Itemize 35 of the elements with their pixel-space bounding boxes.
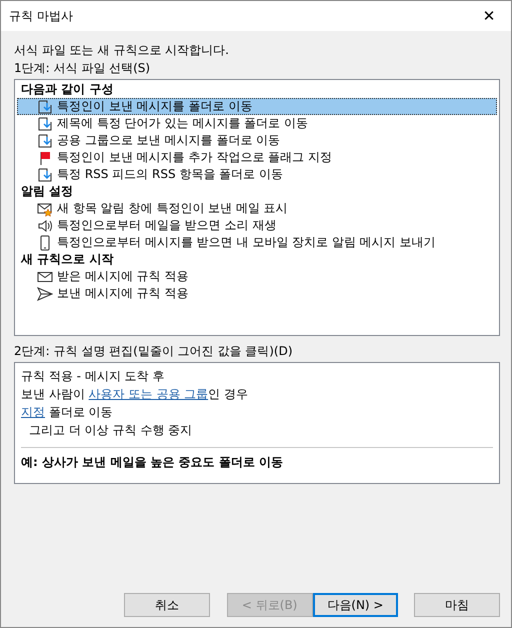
value-link[interactable]: 사용자 또는 공용 그룹 (88, 387, 208, 401)
template-item[interactable]: 받은 메시지에 규칙 적용 (17, 268, 497, 285)
step-label: 2단계: 규칙 설명 편집(밑줄이 그어진 값을 클릭)(D) (14, 343, 294, 360)
template-item[interactable]: 보낸 메시지에 규칙 적용 (17, 285, 497, 302)
folder-arrow-icon (37, 98, 53, 114)
template-item[interactable]: 특정인으로부터 메시지를 받으면 내 모바일 장치로 알림 메시지 보내기 (17, 234, 497, 251)
close-button[interactable]: ✕ (467, 1, 511, 31)
envelope-star-icon (37, 200, 53, 216)
template-item[interactable]: 특정인으로부터 메일을 받으면 소리 재생 (17, 217, 497, 234)
template-item[interactable]: 공용 그룹으로 보낸 메시지를 폴더로 이동 (17, 132, 497, 149)
template-item[interactable]: 특정인이 보낸 메시지를 폴더로 이동 (17, 98, 497, 115)
folder-arrow-icon (37, 116, 53, 132)
template-item[interactable]: 제목에 특정 단어가 있는 메시지를 폴더로 이동 (17, 115, 497, 132)
send-icon (37, 286, 53, 302)
example-text: 예: 상사가 보낸 메일을 높은 중요도 폴더로 이동 (21, 454, 284, 471)
dialog-button[interactable]: 마침 (414, 593, 500, 617)
template-item[interactable]: 특정인이 보낸 메시지를 추가 작업으로 플래그 지정 (17, 149, 497, 166)
group-heading: 알림 설정 (20, 183, 74, 200)
window-title: 규칙 마법사 (9, 8, 73, 24)
intro-text: 서식 파일 또는 새 규칙으로 시작합니다. (14, 42, 230, 59)
template-item[interactable]: 새 항목 알림 창에 특정인이 보낸 메일 표시 (17, 200, 497, 217)
group-heading: 새 규칙으로 시작 (20, 251, 114, 268)
description-line: 지정 폴더로 이동 (21, 404, 114, 421)
template-item[interactable]: 특정 RSS 피드의 RSS 항목을 폴더로 이동 (17, 166, 497, 183)
group-heading: 다음과 같이 구성 (20, 81, 114, 98)
dialog-button[interactable]: 취소 (124, 593, 210, 617)
speaker-icon (37, 218, 53, 234)
dialog-button[interactable]: 다음(N) > (312, 593, 398, 617)
value-link[interactable]: 지정 (21, 405, 45, 419)
description-line: 보낸 사람이 사용자 또는 공용 그룹인 경우 (21, 386, 249, 403)
description-line: 그리고 더 이상 규칙 수행 중지 (28, 422, 194, 439)
folder-arrow-icon (37, 132, 53, 148)
folder-arrow-icon (37, 166, 53, 182)
description-line: 규칙 적용 - 메시지 도착 후 (21, 368, 166, 385)
step-label: 1단계: 서식 파일 선택(S) (14, 60, 152, 77)
